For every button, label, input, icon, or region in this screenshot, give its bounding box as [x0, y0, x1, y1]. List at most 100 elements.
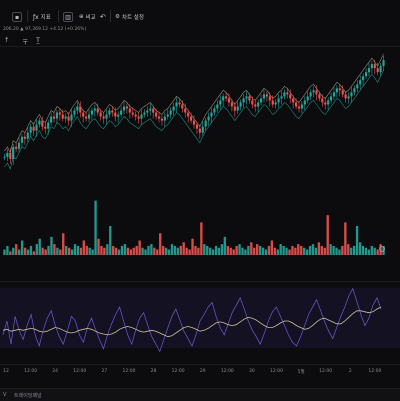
volume-bar [364, 247, 368, 255]
candle [239, 102, 242, 107]
volume-bar [35, 244, 38, 255]
cursor-tool-icon[interactable]: ↑ [4, 36, 9, 44]
candle [178, 102, 181, 105]
volume-bar [38, 238, 41, 255]
candle [327, 100, 330, 105]
text-tool-icon[interactable]: T̲ [36, 36, 40, 44]
volume-bar [82, 240, 85, 255]
candle [3, 156, 6, 158]
oscillator-chart[interactable] [0, 282, 400, 362]
candle [184, 108, 187, 113]
volume-bar [220, 244, 224, 255]
candle [175, 102, 178, 107]
candle [105, 114, 108, 119]
volume-bar [88, 247, 91, 255]
volume-bar [214, 245, 218, 255]
candle [137, 116, 140, 119]
volume-bar [267, 245, 271, 255]
volume-bar [100, 245, 103, 255]
time-tick-label: 12:00 [220, 369, 234, 374]
volume-bar [167, 249, 171, 255]
panel-toggle[interactable]: V [3, 392, 6, 398]
candle [64, 116, 67, 119]
candle [108, 110, 111, 115]
candle [85, 116, 88, 119]
candle [251, 100, 254, 105]
volume-bar [41, 247, 44, 255]
candle [300, 104, 303, 109]
volume-bar [191, 238, 194, 255]
volume-bar [350, 247, 353, 255]
candle [280, 96, 283, 99]
compare-button[interactable]: ⊕ 비교 [79, 8, 96, 26]
volume-bar [329, 244, 332, 255]
volume-bar [332, 245, 335, 255]
volume-bar [344, 222, 347, 255]
volume-bar [361, 245, 365, 255]
volume-chart[interactable] [0, 195, 400, 255]
candle [219, 100, 222, 105]
candle [347, 96, 350, 99]
trading-panel-tab[interactable]: 트레이딩패널 [14, 392, 42, 399]
volume-bar [288, 249, 291, 255]
volume-bar [32, 251, 36, 255]
undo-button[interactable]: ↶ [100, 8, 106, 26]
symbol-search[interactable]: ▪ [12, 8, 22, 26]
candle [356, 84, 359, 89]
candle [187, 112, 190, 117]
indicators-button[interactable]: ƒx 지표 [33, 8, 51, 26]
volume-bar [20, 240, 24, 255]
candle [297, 106, 301, 109]
volume-bar [241, 247, 244, 255]
candle [242, 98, 245, 103]
candle [160, 118, 163, 121]
volume-bar [23, 247, 27, 255]
candle [41, 120, 44, 127]
candle [198, 128, 201, 133]
candle [23, 136, 26, 139]
volume-bar [300, 245, 303, 255]
volume-bar [12, 247, 15, 255]
volume-bar [194, 245, 197, 255]
volume-bar [358, 242, 362, 255]
candle [283, 92, 286, 97]
volume-bar [320, 245, 323, 255]
volume-bar [3, 249, 6, 255]
chart-type-button[interactable]: ▥ 캔들 [63, 8, 73, 26]
price-chart[interactable] [0, 47, 400, 195]
candle [125, 106, 128, 109]
candle [329, 96, 333, 101]
time-tick-label: 12:00 [319, 369, 333, 374]
candle [213, 108, 216, 113]
volume-bar [264, 249, 268, 255]
candle [216, 104, 219, 109]
time-tick-label: 12:00 [73, 369, 87, 374]
time-axis[interactable]: 12 12:00 24 12:00 27 12:00 28 12:00 29 12:00 30 12:… [0, 366, 400, 378]
volume-bar [200, 222, 203, 255]
candle [114, 112, 117, 117]
volume-bar [317, 242, 321, 255]
candle [332, 92, 336, 97]
candle [376, 68, 379, 73]
volume-bar [273, 247, 276, 255]
candle [96, 108, 99, 113]
volume-bar [62, 233, 65, 255]
settings-button[interactable]: ⚙ 차트 설정 [115, 8, 144, 26]
candle [29, 126, 32, 133]
candle [373, 64, 376, 69]
time-tick-label: 12:00 [171, 369, 185, 374]
volume-bar [182, 242, 185, 255]
candle [15, 146, 18, 149]
candle [309, 92, 312, 97]
line-tool-icon[interactable]: 〒 [22, 36, 29, 46]
candle [341, 90, 344, 95]
volume-bar [258, 245, 262, 255]
candle [79, 106, 82, 113]
candle [134, 114, 137, 117]
candle [146, 110, 149, 113]
volume-bar [373, 247, 376, 255]
candle [9, 152, 12, 159]
candle [17, 142, 21, 149]
time-tick-label: 12:00 [24, 369, 38, 374]
candle [190, 116, 193, 121]
